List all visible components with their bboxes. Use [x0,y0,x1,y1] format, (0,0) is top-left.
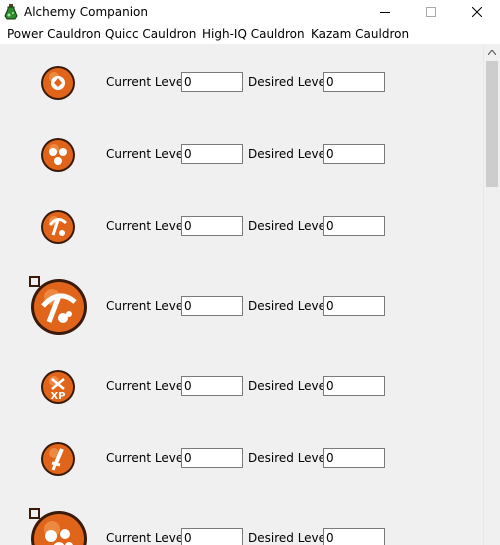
bubble-row: XP Current Level: Desired Level: [0,367,483,407]
bubble-hearty-diggy-icon [41,210,75,244]
scroll-thumb[interactable] [486,61,498,187]
maximize-button[interactable] [408,0,454,24]
scroll-up-button[interactable] [484,44,500,61]
current-level-label: Current Level: [106,379,191,393]
window-title: Alchemy Companion [24,5,149,19]
current-level-label: Current Level: [106,531,191,545]
current-level-input[interactable] [181,528,243,545]
svg-text:XP: XP [50,391,65,402]
current-level-label: Current Level: [106,75,191,89]
desired-level-input[interactable] [323,448,385,468]
menu-bar: Power Cauldron Quicc Cauldron High-IQ Ca… [0,24,500,44]
bubble-row: Current Level: Desired Level: [0,276,483,335]
bubble-row: Current Level: Desired Level: [0,63,483,103]
chevron-up-icon [488,50,496,55]
minimize-icon [380,12,390,13]
menu-kazam-cauldron[interactable]: Kazam Cauldron [311,27,409,41]
desired-level-label: Desired Level: [248,147,334,161]
bubble-row: Current Level: Desired Level: [0,439,483,479]
current-level-input[interactable] [181,144,243,164]
current-level-input[interactable] [181,72,243,92]
maximize-icon [426,7,436,17]
close-button[interactable] [454,0,500,24]
title-bar[interactable]: Alchemy Companion [0,0,500,24]
desired-level-input[interactable] [323,376,385,396]
bubble-wyoming-blood-icon [29,276,87,335]
desired-level-input[interactable] [323,296,385,316]
desired-level-label: Desired Level: [248,531,334,545]
vertical-scrollbar[interactable] [483,44,500,545]
desired-level-label: Desired Level: [248,451,334,465]
bubble-row: Current Level: Desired Level: [0,135,483,175]
current-level-input[interactable] [181,448,243,468]
current-level-label: Current Level: [106,147,191,161]
current-level-input[interactable] [181,376,243,396]
desired-level-label: Desired Level: [248,299,334,313]
bubble-roid-ragin-icon [41,66,75,100]
current-level-label: Current Level: [106,451,191,465]
desired-level-input[interactable] [323,216,385,236]
menu-quicc-cauldron[interactable]: Quicc Cauldron [105,27,196,41]
desired-level-input[interactable] [323,144,385,164]
menu-power-cauldron[interactable]: Power Cauldron [7,27,101,41]
desired-level-input[interactable] [323,528,385,545]
close-icon [472,7,482,17]
current-level-label: Current Level: [106,219,191,233]
bubble-row: Current Level: Desired Level: [0,207,483,247]
bubble-warriors-rule-icon [41,138,75,172]
bubble-list: Current Level: Desired Level: Current Le… [0,44,483,545]
bubble-row: Current Level: Desired Level: [0,508,483,545]
current-level-input[interactable] [181,216,243,236]
desired-level-label: Desired Level: [248,75,334,89]
current-level-label: Current Level: [106,299,191,313]
minimize-button[interactable] [362,0,408,24]
current-level-input[interactable] [181,296,243,316]
bubble-big-meaty-claws-icon [29,508,87,545]
menu-high-iq-cauldron[interactable]: High-IQ Cauldron [202,27,305,41]
alchemy-flask-icon [4,4,18,20]
bubble-reely-warrior-xp-icon: XP [41,370,75,404]
bubble-warriors-sword-icon [41,442,75,476]
desired-level-label: Desired Level: [248,379,334,393]
desired-level-label: Desired Level: [248,219,334,233]
desired-level-input[interactable] [323,72,385,92]
